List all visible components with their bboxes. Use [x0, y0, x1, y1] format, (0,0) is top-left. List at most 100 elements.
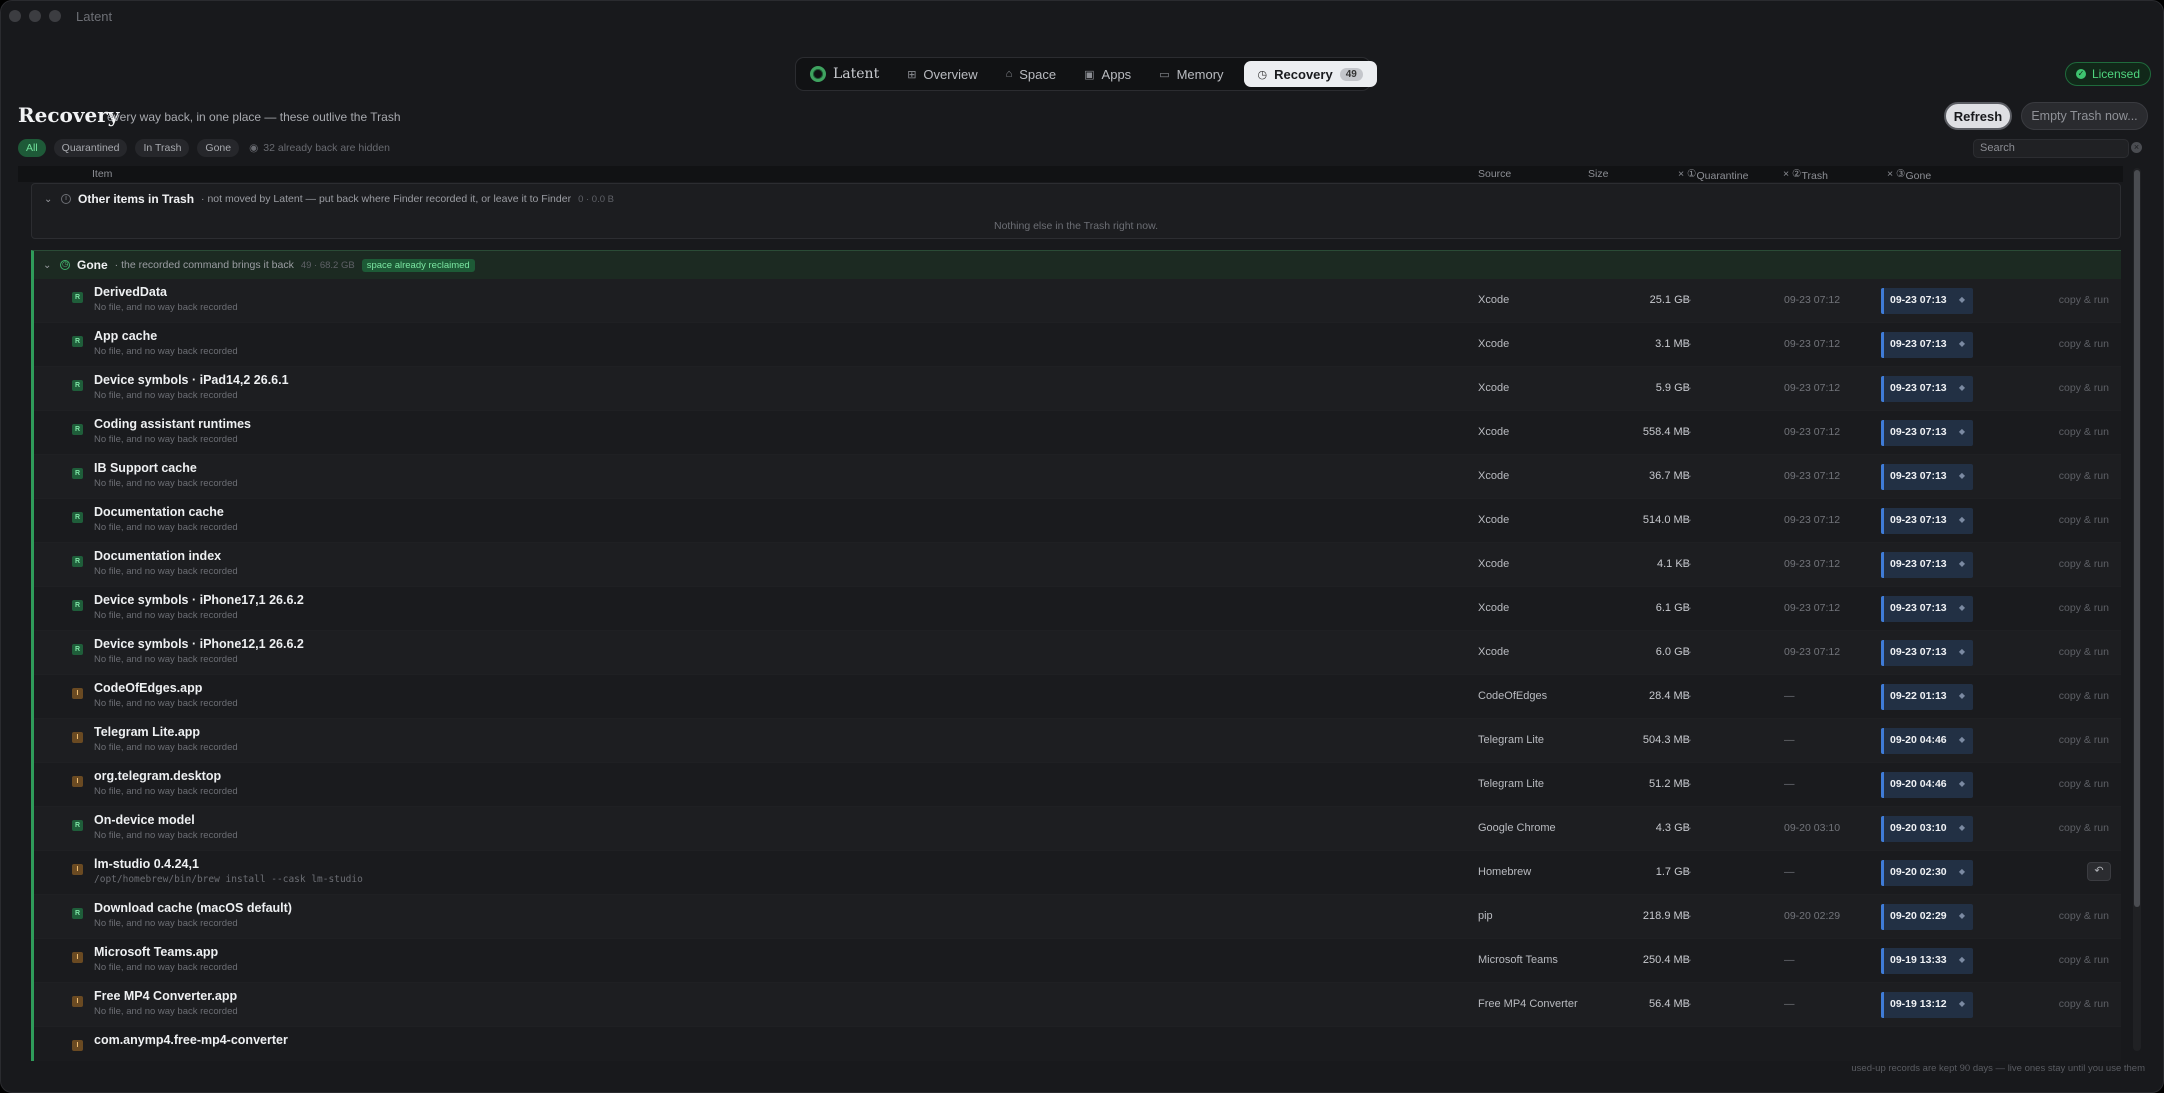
table-row[interactable]: R Download cache (macOS default) No file, … — [34, 895, 2121, 939]
main-nav: Latent ⊞ Overview ⌂ Space ▣ Apps ▭ Memor… — [795, 57, 1377, 91]
gone-header[interactable]: ⌄ ◷ Gone · the recorded command brings i… — [34, 251, 2121, 279]
item-gone-label: 09-20 02:30 — [1890, 866, 1947, 878]
item-gone-label: 09-23 07:13 — [1890, 558, 1947, 570]
copy-and-run-link[interactable]: copy & run — [2059, 998, 2109, 1010]
item-type-icon: I — [72, 688, 83, 699]
search-input[interactable]: Search — [1973, 139, 2129, 158]
copy-and-run-link[interactable]: copy & run — [2059, 294, 2109, 306]
item-type-icon: R — [72, 600, 83, 611]
item-type-icon: I — [72, 732, 83, 743]
undo-button[interactable]: ↶ — [2087, 862, 2111, 881]
table-row[interactable]: I Telegram Lite.app No file, and no way ba… — [34, 719, 2121, 763]
filter-all[interactable]: All — [18, 139, 46, 157]
table-row[interactable]: R Coding assistant runtimes No file, and n… — [34, 411, 2121, 455]
copy-and-run-link[interactable]: copy & run — [2059, 954, 2109, 966]
item-source: Xcode — [1478, 470, 1510, 482]
table-row[interactable]: R IB Support cache No file, and no way bac… — [34, 455, 2121, 499]
table-row[interactable]: R App cache No file, and no way back recor… — [34, 323, 2121, 367]
copy-and-run-link[interactable]: copy & run — [2059, 426, 2109, 438]
minimize-window-button[interactable] — [29, 10, 41, 22]
copy-and-run-link[interactable]: copy & run — [2059, 470, 2109, 482]
table-row[interactable]: R Device symbols · iPhone17,1 26.6.2 No fi… — [34, 587, 2121, 631]
item-quarantine-time: — — [1680, 822, 1691, 834]
hidden-items-note[interactable]: ◉ 32 already back are hidden — [249, 142, 390, 154]
footer-note: used-up records are kept 90 days — live … — [1851, 1063, 2145, 1074]
license-status-button[interactable]: ✓ Licensed — [2064, 62, 2151, 86]
filter-in-trash[interactable]: In Trash — [135, 139, 190, 157]
copy-and-run-link[interactable]: copy & run — [2059, 382, 2109, 394]
tab-recovery[interactable]: ◷ Recovery 49 — [1243, 61, 1377, 87]
drive-icon: ⌂ — [1005, 68, 1013, 80]
table-row[interactable]: Iorg.telegram.desktop No file, and no way… — [34, 763, 2121, 807]
tab-apps[interactable]: ▣ Apps — [1070, 61, 1145, 87]
copy-and-run-link[interactable]: copy & run — [2059, 822, 2109, 834]
table-row[interactable]: R Documentation cache No file, and no way … — [34, 499, 2121, 543]
empty-trash-button[interactable]: Empty Trash now... — [2021, 102, 2148, 130]
table-row[interactable]: I Microsoft Teams.app No file, and no way … — [34, 939, 2121, 983]
tab-space[interactable]: ⌂ Space — [992, 61, 1071, 87]
column-source[interactable]: Source — [1478, 168, 1511, 180]
item-quarantine-time: — — [1680, 866, 1691, 878]
copy-and-run-link[interactable]: copy & run — [2059, 778, 2109, 790]
copy-and-run-link[interactable]: copy & run — [2059, 558, 2109, 570]
item-name: Free MP4 Converter.app — [94, 989, 238, 1003]
item-gone-time: 09-20 02:29 ◆ — [1881, 904, 1973, 930]
column-gone[interactable]: × ③ Gone — [1887, 168, 1931, 182]
item-detail: No file, and no way back recorded — [94, 610, 238, 621]
item-detail: No file, and no way back recorded — [94, 786, 238, 797]
table-row[interactable]: I Free MP4 Converter.app No file, and no w… — [34, 983, 2121, 1027]
copy-and-run-link[interactable]: copy & run — [2059, 602, 2109, 614]
other-items-header[interactable]: ⌄ i Other items in Trash · not moved by … — [44, 192, 614, 206]
filter-quarantined[interactable]: Quarantined — [53, 139, 128, 157]
item-type-icon: R — [72, 380, 83, 391]
zoom-window-button[interactable] — [49, 10, 61, 22]
table-row[interactable]: R Documentation index No file, and no way … — [34, 543, 2121, 587]
item-source: Free MP4 Converter — [1478, 998, 1578, 1010]
item-gone-time: 09-23 07:13 ◆ — [1881, 332, 1973, 358]
tab-memory[interactable]: ▭ Memory — [1145, 61, 1237, 87]
table-row[interactable]: R DerivedData No file, and no way back rec… — [34, 279, 2121, 323]
copy-and-run-link[interactable]: copy & run — [2059, 910, 2109, 922]
close-window-button[interactable] — [9, 10, 21, 22]
clear-search-icon[interactable]: × — [2131, 142, 2142, 153]
column-size[interactable]: Size — [1588, 168, 1608, 180]
copy-and-run-link[interactable]: copy & run — [2059, 338, 2109, 350]
item-source: Xcode — [1478, 294, 1510, 306]
column-quarantine[interactable]: × ① Quarantine — [1678, 168, 1748, 182]
item-name: org.telegram.desktop — [94, 769, 222, 783]
copy-and-run-link[interactable]: copy & run — [2059, 514, 2109, 526]
item-trash-time: 09-23 07:12 — [1784, 382, 1841, 394]
other-items-meta: 0 · 0.0 B — [578, 193, 614, 205]
item-source: Xcode — [1478, 646, 1510, 658]
latent-logo-icon — [810, 66, 826, 82]
table-row[interactable]: I CodeOfEdges.app No file, and no way back… — [34, 675, 2121, 719]
tab-overview[interactable]: ⊞ Overview — [893, 61, 991, 87]
item-gone-time: 09-23 07:13 ◆ — [1881, 596, 1973, 622]
item-name: Documentation index — [94, 549, 222, 563]
tab-overview-label: Overview — [923, 66, 978, 82]
table-row[interactable]: R Device symbols · iPad14,2 26.6.1 No file… — [34, 367, 2121, 411]
item-source: Telegram Lite — [1478, 778, 1545, 790]
item-detail: No file, and no way back recorded — [94, 698, 238, 709]
gone-meta: 49 · 68.2 GB — [300, 259, 355, 271]
gone-rows: R DerivedData No file, and no way back rec… — [34, 279, 2121, 1061]
item-source: pip — [1478, 910, 1493, 922]
nav-logo[interactable]: Latent — [800, 66, 893, 82]
item-quarantine-time: — — [1680, 294, 1691, 306]
item-quarantine-time: — — [1680, 338, 1691, 350]
copy-and-run-link[interactable]: copy & run — [2059, 734, 2109, 746]
scrollbar-thumb[interactable] — [2134, 170, 2140, 907]
table-row[interactable]: Ilm-studio 0.4.24,1/opt/homebrew/bin/bre… — [34, 851, 2121, 895]
item-quarantine-time: — — [1680, 382, 1691, 394]
column-item[interactable]: Item — [92, 168, 112, 180]
table-row[interactable]: R Device symbols · iPhone12,1 26.6.2 No fi… — [34, 631, 2121, 675]
copy-and-run-link[interactable]: copy & run — [2059, 646, 2109, 658]
item-trash-time: 09-20 02:29 — [1784, 910, 1841, 922]
refresh-button[interactable]: Refresh — [1944, 102, 2012, 130]
table-row[interactable]: R On-device model No file, and no way back… — [34, 807, 2121, 851]
filter-gone[interactable]: Gone — [197, 139, 240, 157]
copy-and-run-link[interactable]: copy & run — [2059, 690, 2109, 702]
table-row[interactable]: Icom.anymp4.free-mp4-converter — [34, 1027, 2121, 1061]
column-trash[interactable]: × ② Trash — [1783, 168, 1828, 182]
item-trash-time: — — [1784, 998, 1795, 1010]
